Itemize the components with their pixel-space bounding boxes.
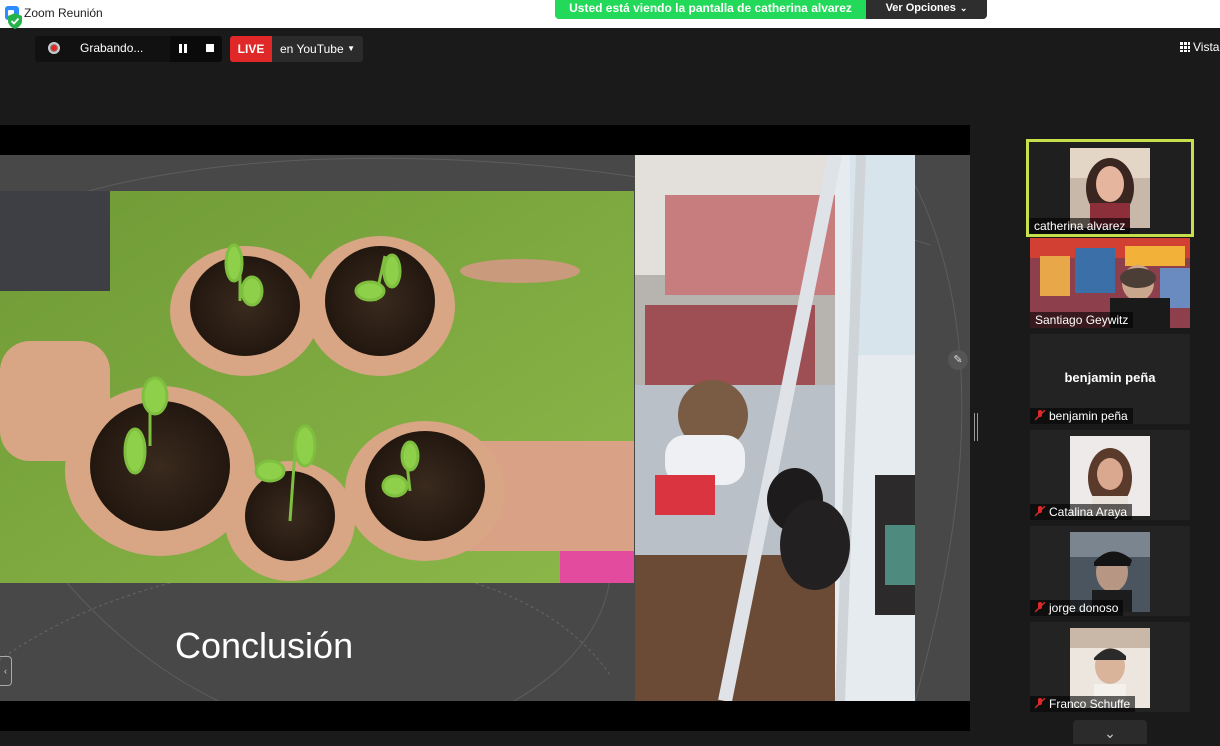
caret-down-icon: ▼	[347, 44, 355, 53]
participant-name-text: jorge donoso	[1049, 601, 1119, 615]
slide-prev-arrow[interactable]: ‹	[0, 656, 12, 686]
participant-display-name: benjamin peña	[1064, 370, 1156, 385]
participant-video	[1070, 148, 1150, 228]
muted-mic-icon	[1035, 698, 1045, 709]
gallery-scroll-down-button[interactable]: ⌄	[1073, 720, 1147, 744]
view-options-label: Ver Opciones	[885, 2, 956, 14]
view-button[interactable]: Vista	[1180, 40, 1219, 54]
stop-icon[interactable]	[206, 44, 214, 52]
panel-splitter[interactable]	[974, 413, 978, 441]
hands-seedlings-photo	[0, 191, 634, 583]
muted-mic-icon	[1035, 410, 1045, 421]
shield-icon[interactable]	[8, 13, 22, 29]
view-label: Vista	[1193, 40, 1220, 54]
muted-mic-icon	[1035, 506, 1045, 517]
participant-name: benjamin peña	[1030, 408, 1133, 424]
pen-icon[interactable]: ✎	[948, 350, 968, 370]
child-dog-photo	[635, 155, 915, 701]
pause-icon[interactable]	[178, 44, 188, 54]
live-target-label: en YouTube	[280, 42, 344, 56]
participant-tile[interactable]: benjamin peña benjamin peña	[1030, 334, 1190, 424]
live-stream-dropdown[interactable]: en YouTube ▼	[272, 36, 363, 62]
recording-label: Grabando...	[80, 41, 144, 55]
participant-tile[interactable]: Franco Schuffe	[1030, 622, 1190, 712]
participant-name-text: Catalina Araya	[1049, 505, 1128, 519]
participant-name: Catalina Araya	[1030, 504, 1133, 520]
participant-name-text: benjamin peña	[1049, 409, 1128, 423]
participant-name: jorge donoso	[1030, 600, 1124, 616]
participant-name-text: Franco Schuffe	[1049, 697, 1131, 711]
live-badge: LIVE	[230, 36, 272, 62]
slide-title: Conclusión	[175, 625, 354, 666]
muted-mic-icon	[1035, 602, 1045, 613]
chevron-down-icon: ⌄	[959, 3, 968, 13]
participant-tile[interactable]: catherina alvarez	[1026, 139, 1194, 237]
record-icon	[48, 42, 60, 54]
participant-tile[interactable]: Santiago Geywitz	[1030, 238, 1190, 328]
share-banner-message: Usted está viendo la pantalla de catheri…	[555, 0, 866, 19]
view-options-button[interactable]: Ver Opciones ⌄	[866, 0, 987, 19]
grid-icon	[1180, 42, 1190, 52]
participant-name-text: catherina alvarez	[1034, 219, 1126, 233]
participant-tile[interactable]: jorge donoso	[1030, 526, 1190, 616]
participant-name-text: Santiago Geywitz	[1035, 313, 1129, 327]
participant-name: Santiago Geywitz	[1030, 312, 1134, 328]
participant-name: catherina alvarez	[1029, 218, 1131, 234]
chevron-down-icon: ⌄	[1104, 725, 1116, 741]
share-banner: Usted está viendo la pantalla de catheri…	[555, 0, 987, 19]
window-title: Zoom Reunión	[24, 6, 103, 20]
participant-tile[interactable]: Catalina Araya	[1030, 430, 1190, 520]
participant-name: Franco Schuffe	[1030, 696, 1136, 712]
